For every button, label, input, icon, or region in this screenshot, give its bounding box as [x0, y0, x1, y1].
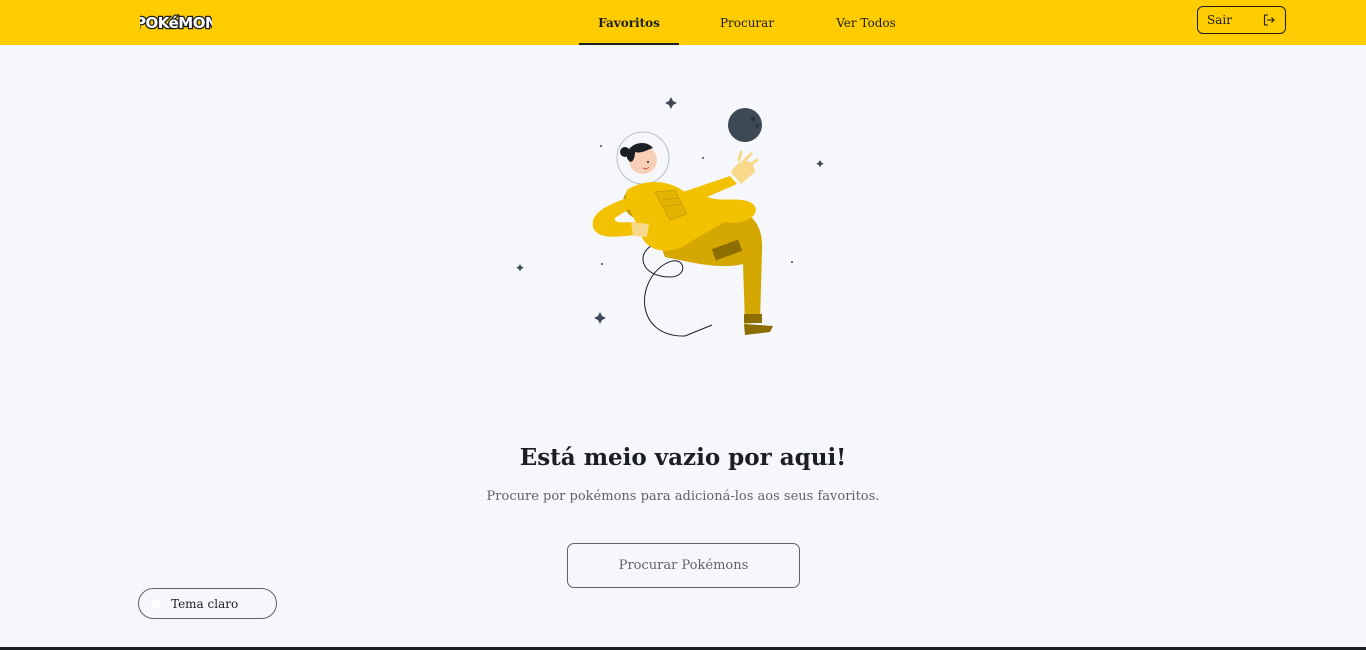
astronaut-illustration — [516, 97, 824, 337]
tab-favoritos-label: Favoritos — [598, 15, 660, 30]
top-navbar: POKéMON Favoritos Procurar Ver Todos Sai… — [0, 0, 1366, 45]
empty-state-subtitle: Procure por pokémons para adicioná-los a… — [486, 489, 880, 504]
tab-favoritos[interactable]: Favoritos — [579, 0, 679, 45]
pokemon-logo[interactable]: POKéMON — [140, 9, 212, 35]
active-tab-indicator — [579, 43, 679, 45]
search-pokemons-button[interactable]: Procurar Pokémons — [567, 543, 800, 588]
empty-state-title: Está meio vazio por aqui! — [519, 444, 847, 471]
tab-procurar[interactable]: Procurar — [707, 0, 787, 45]
logout-label: Sair — [1207, 13, 1232, 27]
svg-text:POKéMON: POKéMON — [140, 14, 212, 32]
theme-toggle-knob — [151, 598, 161, 609]
tab-ver-todos[interactable]: Ver Todos — [826, 0, 906, 45]
logout-icon — [1263, 14, 1275, 26]
tab-procurar-label: Procurar — [719, 15, 775, 30]
tab-ver-todos-label: Ver Todos — [836, 15, 896, 30]
logout-button[interactable]: Sair — [1197, 6, 1286, 34]
theme-toggle[interactable]: Tema claro — [138, 588, 277, 619]
theme-toggle-label: Tema claro — [171, 596, 239, 611]
